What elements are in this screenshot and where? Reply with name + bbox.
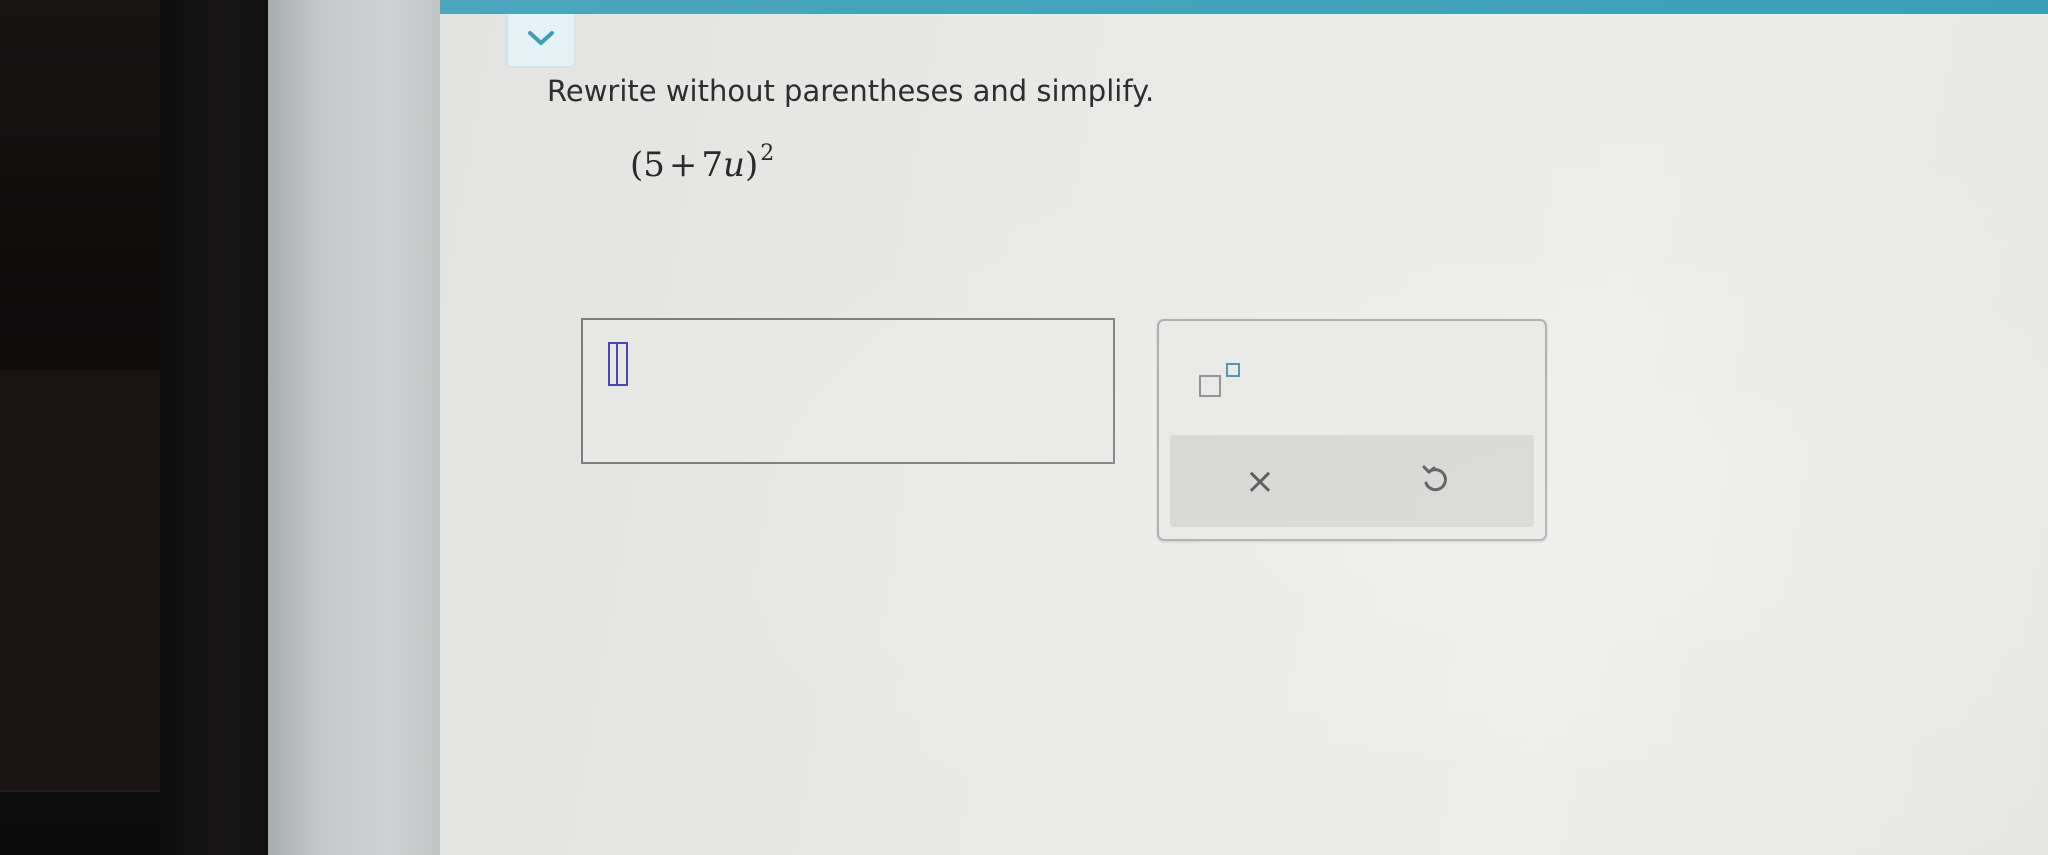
action-row: × [1170, 435, 1534, 527]
superscript-base-box [1199, 375, 1221, 397]
dark-edge [160, 0, 270, 855]
input-cursor-placeholder [608, 342, 628, 386]
math-expression: (5 +7u)2 [630, 141, 774, 185]
top-accent-bar [440, 0, 2048, 14]
chevron-down-icon [526, 29, 556, 52]
constant-term: 5 [643, 145, 665, 185]
variable: u [723, 145, 745, 185]
screen-bezel [268, 0, 440, 855]
superscript-button[interactable] [1199, 361, 1255, 405]
photo-scene: Rewrite without parentheses and simplify… [0, 0, 2048, 855]
clear-button[interactable]: × [1220, 453, 1300, 509]
coefficient: 7 [701, 145, 724, 185]
collapse-button[interactable] [506, 14, 576, 68]
question-instruction: Rewrite without parentheses and simplify… [547, 74, 1155, 108]
dark-background-panel [0, 370, 175, 792]
undo-button[interactable] [1395, 453, 1475, 509]
open-paren: ( [630, 145, 644, 185]
question-screen: Rewrite without parentheses and simplify… [440, 0, 2048, 855]
answer-input[interactable] [581, 318, 1115, 464]
undo-icon [1420, 463, 1450, 500]
exponent: 2 [760, 141, 775, 166]
math-tools-panel: × [1157, 319, 1547, 541]
superscript-exponent-box [1226, 363, 1240, 377]
plus-operator: + [668, 145, 698, 185]
close-paren: ) [744, 145, 759, 185]
close-icon: × [1244, 460, 1276, 502]
